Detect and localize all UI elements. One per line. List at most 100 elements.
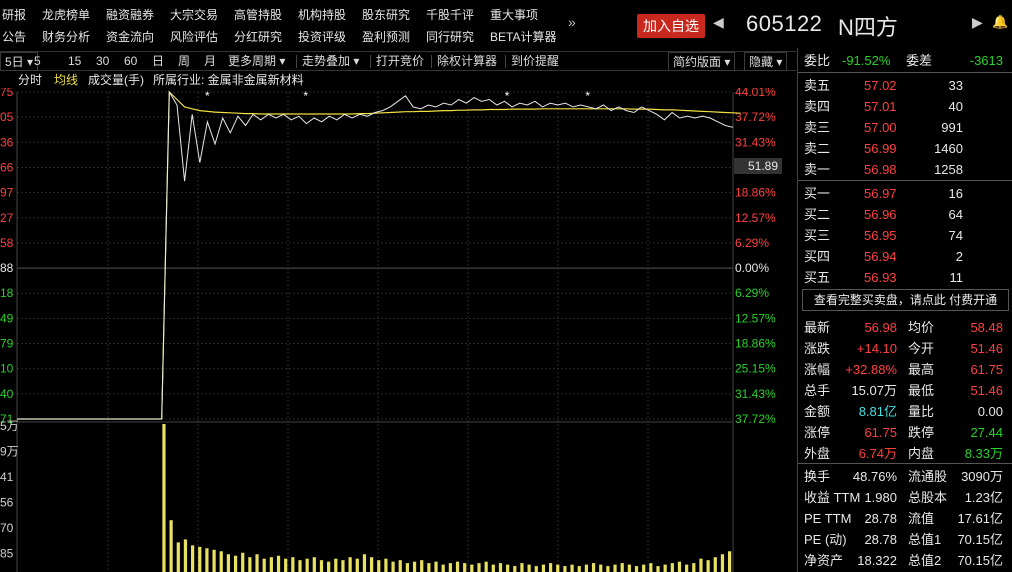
weicha-label: 委差	[906, 53, 933, 68]
volume-bar	[513, 566, 517, 572]
trend-overlay-dropdown[interactable]: 走势叠加 ▾	[302, 52, 359, 71]
event-star-marker: *	[303, 89, 308, 103]
bid-row[interactable]: 买四 56.94 2	[798, 246, 1012, 267]
rights-calculator-button[interactable]: 除权计算器	[437, 52, 497, 71]
menu-item-row1-1[interactable]: 龙虎榜单	[42, 4, 90, 26]
stat-value: 8.33万	[964, 446, 1003, 461]
stat-label: 最低	[908, 383, 935, 398]
pct-axis-label: 18.86%	[735, 186, 776, 200]
stat-value: 48.76%	[852, 469, 897, 484]
menu-item-row1-6[interactable]: 股东研究	[362, 4, 410, 26]
stat-label: 最高	[908, 362, 935, 377]
volume-bar	[262, 558, 266, 572]
menu-item-row1-0[interactable]: 研报	[2, 4, 26, 26]
ask-row[interactable]: 卖二 56.99 1460	[798, 138, 1012, 159]
avg-price-line	[17, 90, 741, 420]
volume-bar	[169, 520, 173, 572]
stat-value: 15.07万	[851, 383, 897, 398]
stat-value: 3090万	[961, 469, 1003, 484]
price-alert-button[interactable]: 到价提醒	[511, 52, 559, 71]
pct-axis-label: 0.00%	[735, 261, 769, 275]
book-volume: 64	[948, 207, 963, 222]
stat-label: 外盘	[804, 446, 831, 461]
menu-item-row2-2[interactable]: 资金流向	[106, 26, 154, 48]
stat-row: 涨停 61.75 跌停 27.44	[798, 422, 1012, 443]
ask-row[interactable]: 卖五 57.02 33	[798, 75, 1012, 96]
menu-item-row1-3[interactable]: 大宗交易	[170, 4, 218, 26]
volume-bar	[599, 564, 603, 572]
period-5min[interactable]: 5	[34, 52, 41, 71]
price-axis-label: 40	[0, 387, 14, 401]
volume-bar	[577, 566, 581, 572]
ask-row[interactable]: 卖一 56.98 1258	[798, 159, 1012, 180]
open-auction-button[interactable]: 打开竞价	[376, 52, 424, 71]
period-week[interactable]: 周	[178, 52, 190, 71]
ask-row[interactable]: 卖三 57.00 991	[798, 117, 1012, 138]
pct-axis-label: 31.43%	[735, 135, 776, 149]
volume-axis-label: 85	[0, 547, 14, 561]
stat-label: 涨跌	[804, 341, 831, 356]
pct-axis-label: 31.43%	[735, 387, 776, 401]
volume-bar	[563, 566, 567, 572]
upgrade-promo-button[interactable]: 查看完整买卖盘，请点此 付费开通	[802, 289, 1009, 311]
period-15min[interactable]: 15	[68, 52, 81, 71]
menu-item-row2-7[interactable]: 同行研究	[426, 26, 474, 48]
book-price: 56.93	[864, 270, 897, 285]
stat-label: 总值1	[908, 532, 942, 547]
volume-bar	[477, 563, 481, 572]
period-select[interactable]: 5日 ▾	[0, 52, 39, 71]
price-axis-label: 79	[0, 337, 14, 351]
menu-item-row1-5[interactable]: 机构持股	[298, 4, 346, 26]
next-stock-icon[interactable]: ▶	[972, 14, 983, 31]
bid-row[interactable]: 买五 56.93 11	[798, 267, 1012, 288]
volume-bar	[348, 557, 352, 572]
menu-item-row2-1[interactable]: 财务分析	[42, 26, 90, 48]
menu-item-row2-5[interactable]: 投资评级	[298, 26, 346, 48]
tab-fenshi[interactable]: 分时	[18, 72, 42, 89]
volume-bar	[627, 564, 631, 572]
book-price: 57.02	[864, 78, 897, 93]
menu-item-row1-2[interactable]: 融资融券	[106, 4, 154, 26]
menu-item-row2-4[interactable]: 分红研究	[234, 26, 282, 48]
menu-item-row2-0[interactable]: 公告	[2, 26, 26, 48]
volume-bar	[620, 563, 624, 572]
quote-panel: 委比 -91.52% 委差 -3613 卖五 57.02 33 卖四 57.01 40 卖三…	[797, 48, 1012, 572]
menu-item-row1-7[interactable]: 千股千评	[426, 4, 474, 26]
add-favorite-button[interactable]: 加入自选	[637, 14, 705, 38]
period-day[interactable]: 日	[152, 52, 164, 71]
menu-item-row1-4[interactable]: 高管持股	[234, 4, 282, 26]
menu-item-row2-8[interactable]: BETA计算器	[490, 26, 556, 48]
stat-label: 金额	[804, 404, 831, 419]
avg-line-toggle[interactable]: 均线	[54, 72, 78, 89]
volume-bar	[706, 560, 710, 572]
hide-select[interactable]: 隐藏 ▾	[744, 52, 788, 71]
intraday-chart[interactable]: 75 44.01% 05 37.72% 36 31.43% 66 25.15% 97 18.86%…	[0, 85, 796, 572]
stat-value: 70.15亿	[957, 553, 1003, 568]
volume-axis-label: 70	[0, 521, 14, 535]
pct-axis-label: 12.57%	[735, 311, 776, 325]
volume-bar	[634, 566, 639, 572]
menu-item-row2-6[interactable]: 盈利预测	[362, 26, 410, 48]
event-star-marker: *	[585, 89, 590, 103]
pct-axis-label: 6.29%	[735, 286, 769, 300]
ask-row[interactable]: 卖四 57.01 40	[798, 96, 1012, 117]
menu-item-row2-3[interactable]: 风险评估	[170, 26, 218, 48]
prev-stock-icon[interactable]: ◀	[713, 14, 724, 31]
stat-value: 17.61亿	[957, 511, 1003, 526]
volume-bar	[520, 563, 524, 572]
book-level-label: 卖四	[804, 99, 831, 114]
bid-row[interactable]: 买一 56.97 16	[798, 183, 1012, 204]
period-30min[interactable]: 30	[96, 52, 109, 71]
menu-item-row1-8[interactable]: 重大事项	[490, 4, 538, 26]
bell-icon[interactable]: 🔔	[992, 14, 1008, 30]
more-period-dropdown[interactable]: 更多周期 ▾	[228, 52, 285, 71]
period-month[interactable]: 月	[204, 52, 216, 71]
menu-more-icon[interactable]: »	[568, 14, 576, 30]
bid-row[interactable]: 买二 56.96 64	[798, 204, 1012, 225]
layout-select[interactable]: 简约版面 ▾	[668, 52, 736, 71]
volume-bar	[427, 563, 431, 572]
volume-bar	[198, 546, 202, 572]
volume-bar	[463, 563, 467, 572]
bid-row[interactable]: 买三 56.95 74	[798, 225, 1012, 246]
period-60min[interactable]: 60	[124, 52, 137, 71]
